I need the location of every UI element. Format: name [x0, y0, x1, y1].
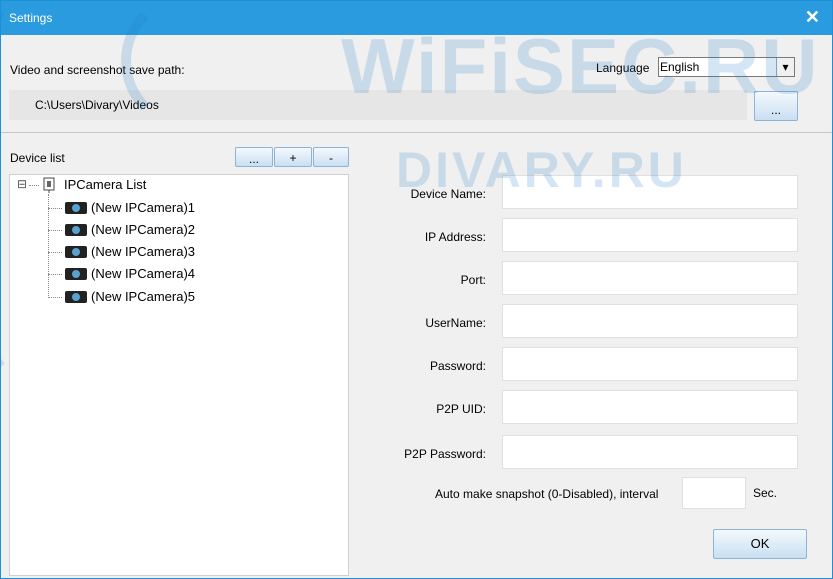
ip-address-field[interactable] — [502, 218, 798, 252]
collapse-icon[interactable]: ⊟ — [17, 177, 27, 191]
tree-connector — [48, 297, 62, 298]
camera-icon — [65, 246, 87, 258]
tree-item-label: (New IPCamera)4 — [91, 266, 196, 281]
username-field[interactable] — [502, 304, 798, 338]
tree-root-label[interactable]: IPCamera List — [64, 177, 146, 192]
device-name-label: Device Name: — [410, 187, 486, 201]
p2p-uid-label: P2P UID: — [436, 402, 486, 416]
title-bar: Settings ✕ — [1, 1, 832, 35]
port-label: Port: — [460, 273, 486, 287]
ip-address-label: IP Address: — [424, 230, 486, 244]
close-icon[interactable]: ✕ — [805, 7, 820, 28]
dropdown-arrow-icon[interactable]: ▾ — [776, 58, 794, 76]
device-tree[interactable]: ⊟ IPCamera List (New IPCamera)1 (New IPC… — [9, 174, 349, 576]
p2p-uid-field[interactable] — [502, 390, 798, 424]
camera-icon — [65, 291, 87, 303]
device-list-label: Device list — [10, 151, 65, 165]
window-title: Settings — [9, 11, 53, 25]
remove-device-button[interactable]: - — [313, 147, 349, 167]
password-label: Password: — [429, 359, 486, 373]
section-divider — [1, 132, 832, 133]
port-field[interactable] — [502, 261, 798, 295]
tree-item-label: (New IPCamera)3 — [91, 244, 196, 259]
language-select[interactable]: English ▾ — [658, 57, 795, 77]
camera-icon — [65, 202, 87, 214]
language-label: Language — [596, 61, 650, 75]
password-field[interactable] — [502, 347, 798, 381]
p2p-password-label: P2P Password: — [404, 447, 486, 461]
tree-item-label: (New IPCamera)1 — [91, 200, 196, 215]
tree-item-label: (New IPCamera)5 — [91, 289, 196, 304]
language-selected: English — [660, 60, 700, 74]
edit-device-button[interactable]: ... — [235, 147, 273, 167]
tree-connector — [48, 230, 62, 231]
camera-icon — [65, 224, 87, 236]
snapshot-interval-label: Auto make snapshot (0-Disabled), interva… — [435, 487, 659, 501]
camera-list-icon — [43, 177, 55, 193]
snapshot-interval-field[interactable] — [682, 477, 746, 509]
browse-path-button[interactable]: ... — [754, 91, 798, 121]
tree-item-label: (New IPCamera)2 — [91, 222, 196, 237]
save-path-value: C:\Users\Divary\Videos — [35, 98, 159, 112]
settings-window: Settings ✕ Video and screenshot save pat… — [0, 0, 833, 579]
p2p-password-field[interactable] — [502, 435, 798, 469]
save-path-display: C:\Users\Divary\Videos — [9, 90, 747, 120]
add-device-button[interactable]: + — [274, 147, 312, 167]
tree-connector — [48, 208, 62, 209]
ok-button[interactable]: OK — [713, 529, 807, 559]
snapshot-unit-label: Sec. — [753, 486, 778, 500]
username-label: UserName: — [425, 316, 486, 330]
tree-connector — [48, 194, 49, 298]
camera-icon — [65, 268, 87, 280]
device-name-field[interactable] — [502, 175, 798, 209]
tree-connector — [48, 274, 62, 275]
tree-connector — [48, 252, 62, 253]
save-path-label: Video and screenshot save path: — [10, 63, 185, 77]
tree-connector — [29, 185, 39, 186]
